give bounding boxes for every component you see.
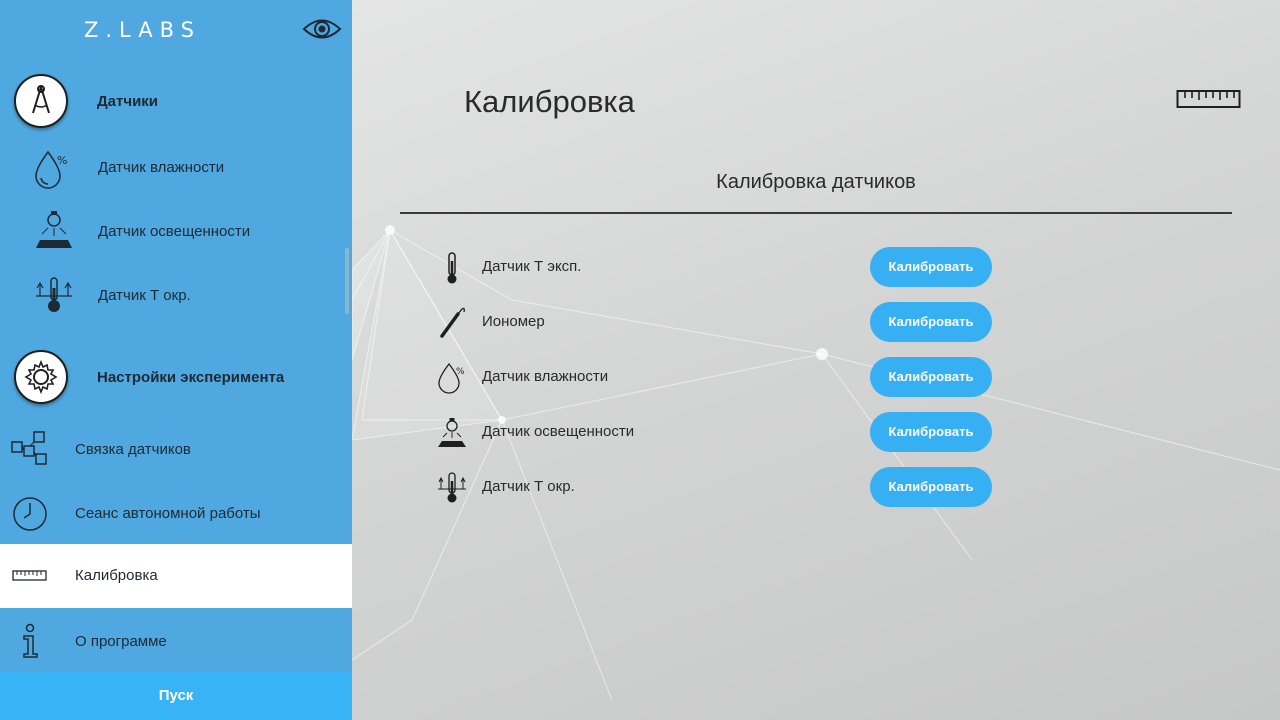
svg-text:%: % xyxy=(456,367,465,377)
sidebar-item-label: Калибровка xyxy=(75,567,158,584)
row-label: Иономер xyxy=(482,313,545,330)
sidebar-item-autonomous[interactable]: Сеанс автономной работы xyxy=(0,482,352,546)
sidebar-item-label: Датчик влажности xyxy=(98,159,225,176)
sidebar-item-label: Сеанс автономной работы xyxy=(75,505,261,522)
row-label: Датчик Т эксп. xyxy=(482,258,582,275)
sidebar-item-about[interactable]: О программе xyxy=(0,610,352,674)
ruler-icon xyxy=(1176,90,1241,108)
sidebar-item-humidity[interactable]: % Датчик влажности xyxy=(0,136,352,200)
app-logo: Z.LABS xyxy=(84,18,201,42)
ruler-icon xyxy=(12,570,47,581)
sidebar: Z.LABS Датчики % Датчик влажности Датчик… xyxy=(0,0,352,720)
sidebar-item-label: Датчик Т окр. xyxy=(98,287,191,304)
calibration-row: % Датчик влажности Калибровать xyxy=(432,357,992,397)
start-button[interactable]: Пуск xyxy=(0,672,352,720)
ionometer-probe-icon xyxy=(440,307,465,338)
settings-section-title[interactable]: Настройки эксперимента xyxy=(97,369,284,386)
sidebar-item-calibration[interactable]: Калибровка xyxy=(0,544,352,608)
info-icon xyxy=(23,623,38,658)
row-label: Датчик влажности xyxy=(482,368,609,385)
thermometer-icon xyxy=(447,252,457,284)
sidebar-item-ambient-temp[interactable]: Датчик Т окр. xyxy=(0,264,352,328)
row-label: Датчик освещенности xyxy=(482,423,635,440)
sidebar-item-label: Связка датчиков xyxy=(75,441,191,458)
settings-section-icon[interactable] xyxy=(14,350,68,404)
divider xyxy=(400,212,1232,214)
svg-text:%: % xyxy=(57,154,67,167)
calibration-row: Датчик Т эксп. Калибровать xyxy=(432,247,992,287)
humidity-drop-icon: % xyxy=(35,150,67,189)
sidebar-item-label: О программе xyxy=(75,633,167,650)
calibrate-button[interactable]: Калибровать xyxy=(870,412,992,452)
row-label: Датчик Т окр. xyxy=(482,478,575,495)
sensors-section-title[interactable]: Датчики xyxy=(97,93,158,110)
sensors-section-icon[interactable] xyxy=(14,74,68,128)
gear-icon xyxy=(24,359,58,395)
main-content: Калибровка Калибровка датчиков Датчик Т … xyxy=(352,0,1280,720)
clock-icon xyxy=(13,497,47,531)
calibrate-button[interactable]: Калибровать xyxy=(870,247,992,287)
light-bulb-icon xyxy=(438,418,466,447)
calibrate-button[interactable]: Калибровать xyxy=(870,302,992,342)
ambient-thermometer-icon xyxy=(36,277,72,312)
page-title: Калибровка xyxy=(464,84,635,119)
caliper-icon xyxy=(32,85,50,114)
blocks-diagram-icon xyxy=(11,431,47,465)
sidebar-scrollbar[interactable] xyxy=(345,248,349,314)
section-heading: Калибровка датчиков xyxy=(716,171,916,193)
calibration-row: Датчик Т окр. Калибровать xyxy=(432,467,992,507)
calibrate-button[interactable]: Калибровать xyxy=(870,467,992,507)
ambient-thermometer-icon xyxy=(438,472,466,503)
sidebar-item-label: Датчик освещенности xyxy=(98,223,251,240)
calibration-row: Иономер Калибровать xyxy=(432,302,992,342)
eye-icon[interactable] xyxy=(302,14,342,44)
humidity-drop-icon: % xyxy=(438,362,465,394)
sidebar-item-sensor-link[interactable]: Связка датчиков xyxy=(0,418,352,482)
calibrate-button[interactable]: Калибровать xyxy=(870,357,992,397)
light-bulb-icon xyxy=(36,211,72,248)
calibration-row: Датчик освещенности Калибровать xyxy=(432,412,992,452)
sidebar-item-light[interactable]: Датчик освещенности xyxy=(0,200,352,264)
